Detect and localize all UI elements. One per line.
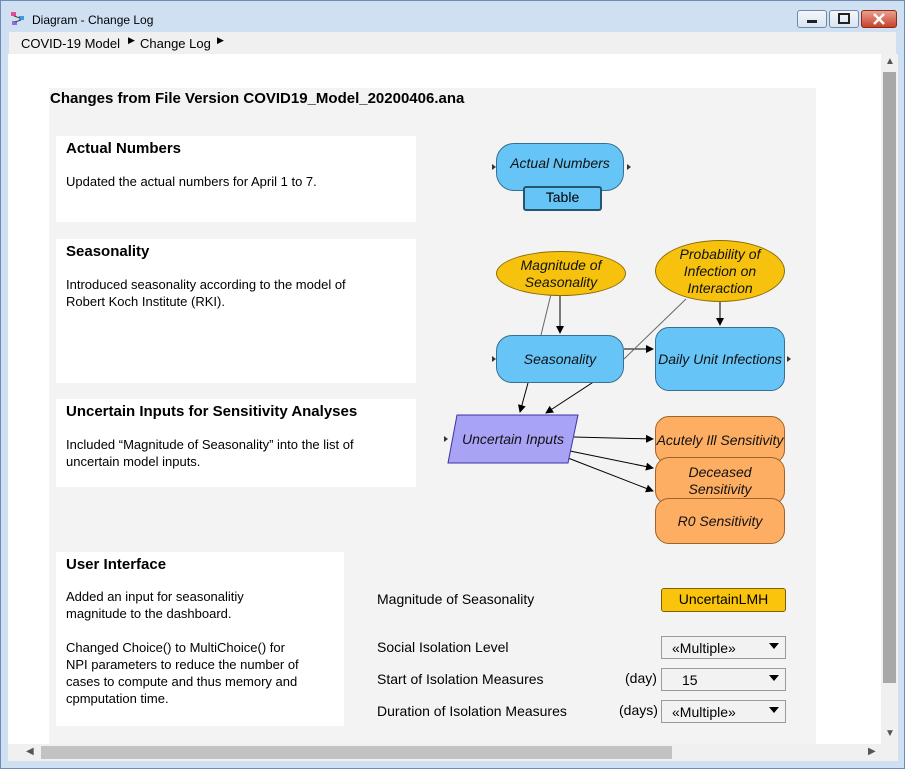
scroll-up-icon[interactable]: ▲ (885, 56, 895, 67)
node-magnitude-of-seasonality[interactable]: Magnitude of Seasonality (496, 251, 626, 296)
node-label: Deceased Sensitivity (688, 464, 752, 497)
table-button[interactable]: Table (523, 186, 602, 211)
node-probability-of-infection[interactable]: Probability of Infection on Interaction (655, 240, 785, 302)
scroll-right-icon[interactable]: ▶ (868, 746, 876, 757)
output-port-icon (627, 164, 631, 170)
title-bar[interactable]: Diagram - Change Log (1, 1, 904, 32)
chevron-down-icon (769, 643, 779, 649)
duration-isolation-select[interactable]: «Multiple» (661, 700, 786, 723)
node-uncertain-inputs[interactable] (447, 414, 579, 464)
maximize-button[interactable] (829, 10, 859, 28)
node-label: Magnitude of Seasonality (520, 256, 602, 290)
scroll-down-icon[interactable]: ▼ (885, 728, 895, 739)
close-icon (873, 13, 885, 25)
minimize-button[interactable] (797, 10, 827, 28)
node-r0-sensitivity[interactable]: R0 Sensitivity (655, 498, 785, 544)
input-port-icon (492, 356, 496, 362)
window-title: Diagram - Change Log (32, 13, 154, 27)
social-isolation-label: Social Isolation Level (377, 639, 509, 655)
breadcrumb-item-change-log[interactable]: Change Log (140, 36, 211, 51)
social-isolation-select[interactable]: «Multiple» (661, 636, 786, 659)
horizontal-scroll-thumb[interactable] (41, 746, 672, 759)
chevron-down-icon (769, 675, 779, 681)
minimize-icon (807, 20, 817, 23)
duration-isolation-label: Duration of Isolation Measures (377, 703, 567, 719)
breadcrumb-item-model[interactable]: COVID-19 Model (21, 36, 120, 51)
input-port-icon (492, 164, 496, 170)
magnitude-label: Magnitude of Seasonality (377, 591, 535, 607)
node-label: Probability of Infection on Interaction (679, 245, 761, 296)
node-label: Acutely Ill Sensitivity (656, 431, 784, 448)
duration-isolation-unit: (days) (619, 702, 658, 718)
node-label: Actual Numbers (510, 154, 610, 171)
breadcrumb-arrow-icon: ▶ (128, 35, 135, 45)
vertical-scrollbar[interactable]: ▲ ▼ (881, 54, 898, 744)
select-value: «Multiple» (672, 704, 736, 720)
node-daily-unit-infections[interactable]: Daily Unit Infections (655, 327, 785, 391)
breadcrumb: COVID-19 Model ▶ Change Log ▶ (9, 32, 896, 55)
scrollbar-corner (881, 744, 898, 761)
node-label: Seasonality (523, 350, 597, 367)
select-value: «Multiple» (672, 640, 736, 656)
chevron-down-icon (769, 707, 779, 713)
horizontal-scrollbar[interactable]: ◀ ▶ (8, 744, 881, 761)
close-button[interactable] (861, 10, 897, 28)
node-seasonality[interactable]: Seasonality (496, 335, 624, 383)
breadcrumb-arrow-icon: ▶ (217, 35, 224, 45)
node-label: Daily Unit Infections (658, 350, 782, 367)
scroll-left-icon[interactable]: ◀ (26, 746, 34, 757)
maximize-icon (838, 13, 850, 24)
node-actual-numbers[interactable]: Actual Numbers (496, 143, 624, 191)
start-isolation-unit: (day) (625, 670, 657, 686)
diagram-canvas[interactable]: Changes from File Version COVID19_Model_… (8, 54, 881, 744)
node-label: R0 Sensitivity (677, 512, 763, 529)
select-value: 15 (682, 672, 698, 688)
start-isolation-select[interactable]: 15 (661, 668, 786, 691)
vertical-scroll-thumb[interactable] (883, 72, 896, 683)
diagram-app-icon (11, 12, 24, 25)
output-port-icon (787, 356, 791, 362)
input-port-icon (444, 436, 448, 442)
magnitude-of-seasonality-button[interactable]: UncertainLMH (661, 588, 786, 612)
start-isolation-label: Start of Isolation Measures (377, 671, 544, 687)
